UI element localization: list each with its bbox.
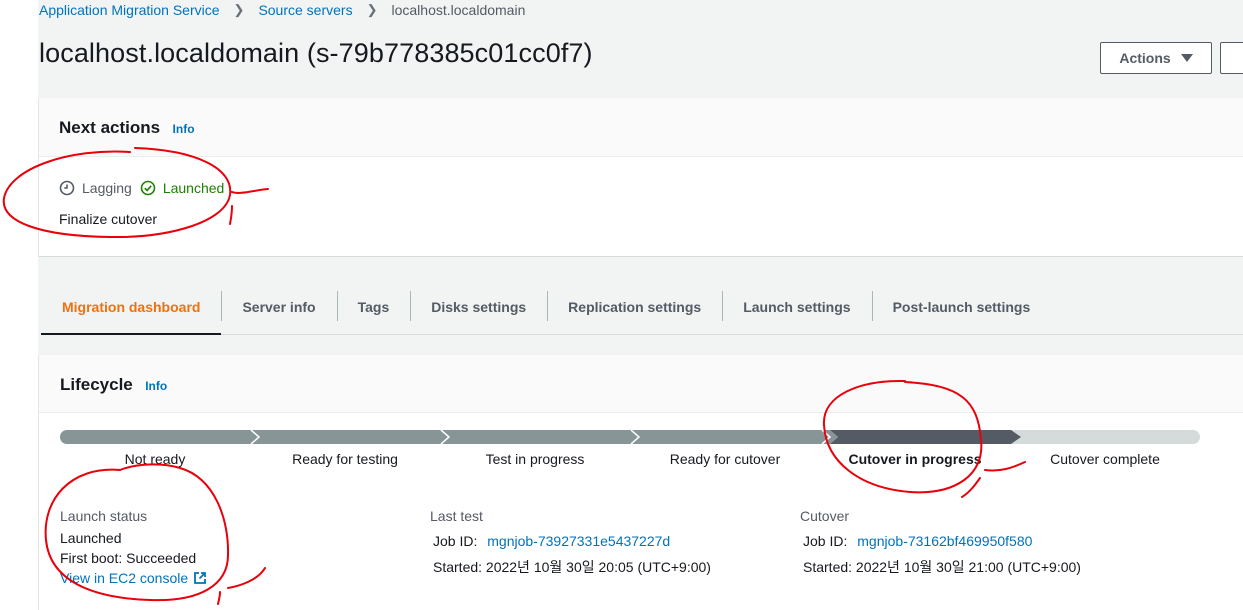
step-ready-for-cutover: Ready for cutover [669,451,781,467]
lifecycle-title: Lifecycle [60,375,133,394]
tab-label: Migration dashboard [62,298,201,315]
tab-list: Migration dashboard Server info Tags Dis… [41,287,1243,335]
launched-status: Launched [140,180,225,196]
tab-label: Server info [242,298,316,315]
next-actions-info-link[interactable]: Info [173,122,195,136]
clock-icon [59,180,75,196]
view-in-ec2-console-link[interactable]: View in EC2 console [60,570,207,586]
breadcrumb-app-migration[interactable]: Application Migration Service [39,2,220,18]
launched-label: Launched [162,180,225,196]
cutover-started: Started: 2022년 10월 30일 21:00 (UTC+9:00) [803,559,1081,575]
chevron-right-icon: ❯ [233,2,245,17]
lifecycle-progress-bar [60,430,1200,444]
progress-current-step [830,430,1021,444]
cutover-job-id-link[interactable]: mgnjob-73162bf469950f580 [857,533,1032,549]
actions-button[interactable]: Actions [1100,42,1212,74]
tab-label: Launch settings [743,298,851,315]
job-id-label: Job ID: [803,533,848,549]
external-link-icon [194,572,207,584]
ec2-link-label: View in EC2 console [60,570,189,586]
lifecycle-header: Lifecycle Info [39,355,1243,413]
tab-label: Tags [357,298,390,315]
next-actions-panel: Next actions Info Lagging Launched Final… [39,98,1243,256]
chevron-right-icon: ❯ [366,2,378,17]
last-test-started: Started: 2022년 10월 30일 20:05 (UTC+9:00) [433,559,711,575]
tabs-container: Migration dashboard Server info Tags Dis… [39,256,1243,338]
step-ready-for-testing: Ready for testing [292,451,398,467]
lagging-status: Lagging [59,180,132,196]
breadcrumb: Application Migration Service ❯ Source s… [39,0,525,20]
actions-button-label: Actions [1119,50,1171,66]
next-actions-title: Next actions [59,118,161,137]
last-test-title: Last test [430,508,483,524]
left-margin [0,0,38,610]
tab-disks-settings[interactable]: Disks settings [410,287,547,334]
page-title: localhost.localdomain (s-79b778385c01cc0… [39,38,593,68]
last-test-job-id-link[interactable]: mgnjob-73927331e5437227d [487,533,670,549]
tab-server-info[interactable]: Server info [221,287,336,334]
partial-button[interactable] [1220,42,1243,74]
server-status: Lagging Launched [59,180,224,196]
tab-label: Replication settings [568,298,702,315]
job-id-label: Job ID: [433,533,478,549]
step-not-ready: Not ready [124,451,186,467]
tab-label: Disks settings [431,298,527,315]
progress-done [60,430,830,444]
check-circle-icon [140,180,156,196]
tab-tags[interactable]: Tags [336,287,411,334]
tab-migration-dashboard[interactable]: Migration dashboard [41,287,222,335]
cutover-job: Job ID: mgnjob-73162bf469950f580 [803,533,1032,549]
first-boot-status: First boot: Succeeded [60,550,197,566]
launch-status-title: Launch status [60,508,148,524]
tab-post-launch-settings[interactable]: Post-launch settings [871,287,1052,334]
breadcrumb-source-servers[interactable]: Source servers [258,2,352,18]
caret-down-icon [1180,54,1193,62]
lifecycle-info-link[interactable]: Info [145,379,167,393]
step-cutover-in-progress: Cutover in progress [848,451,982,467]
launch-status-value: Launched [60,530,122,546]
step-test-in-progress: Test in progress [485,451,585,467]
lifecycle-panel: Lifecycle Info Not ready Ready for testi… [39,355,1243,610]
tab-label: Post-launch settings [892,298,1031,315]
breadcrumb-current: localhost.localdomain [391,2,526,18]
next-actions-header: Next actions Info [39,98,1243,157]
step-cutover-complete: Cutover complete [1050,451,1160,467]
cutover-title: Cutover [800,508,850,524]
next-action-finalize-cutover: Finalize cutover [59,211,158,227]
tab-launch-settings[interactable]: Launch settings [722,287,871,334]
lagging-label: Lagging [82,180,132,196]
last-test-job: Job ID: mgnjob-73927331e5437227d [433,533,670,549]
tab-replication-settings[interactable]: Replication settings [547,287,722,334]
